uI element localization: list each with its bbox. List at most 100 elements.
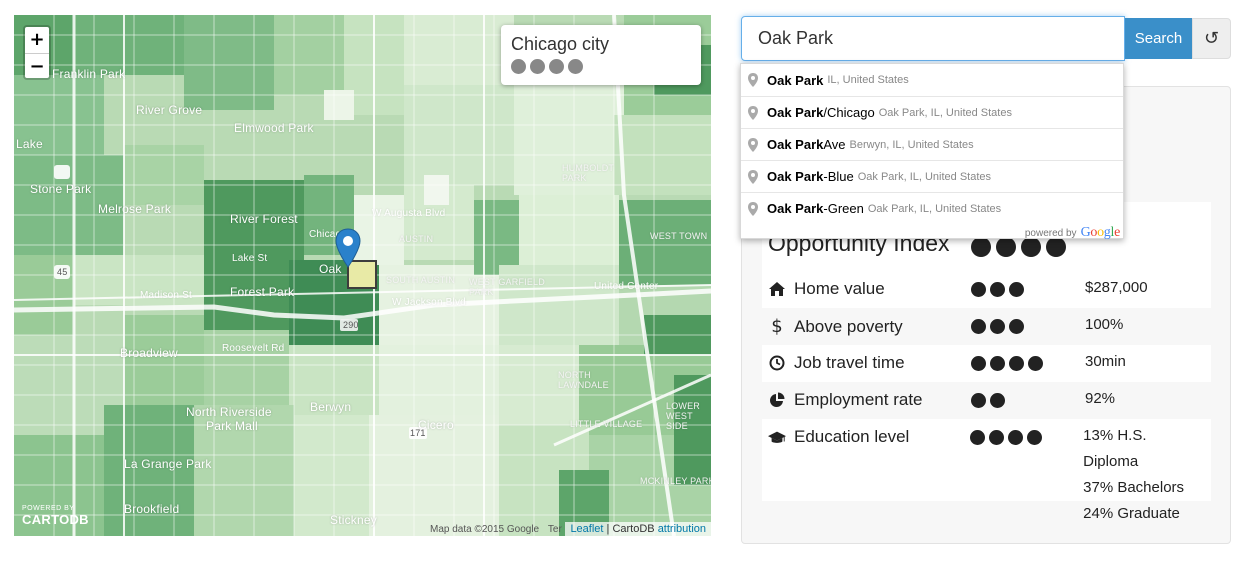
education-graduate: 24% Graduate (1083, 505, 1180, 522)
attribution-separator: | CartoDB (603, 523, 658, 535)
metric-row-education-level: Education level 13% H.S. Diploma 37% Bac… (762, 419, 1211, 522)
cartodb-logo[interactable]: POWERED BY CARTODB (22, 505, 89, 528)
clock-icon (768, 355, 786, 371)
map-label-berwyn: Berwyn (310, 400, 352, 414)
map-data-text: Map data ©2015 Google (430, 524, 540, 535)
map-label-west-garfield-park: WEST GARFIELD PARK (469, 277, 545, 297)
metric-row-home-value: Home value $287,000 (762, 271, 1211, 308)
map-label-franklin-park: Franklin Park (52, 67, 126, 81)
autocomplete-footer: powered by Google (741, 224, 1123, 242)
rating-dot (971, 282, 986, 297)
metric-value: 100% (1085, 316, 1124, 333)
zoom-in-button[interactable]: + (25, 27, 49, 53)
autocomplete-match: Oak Park (767, 201, 824, 216)
map-label-river-grove: River Grove (136, 103, 203, 117)
rating-dot (990, 282, 1005, 297)
autocomplete-rest: /Chicago (823, 105, 875, 120)
map-label-stone-park: Stone Park (30, 182, 92, 196)
pie-chart-icon (768, 392, 786, 408)
rating-dot (549, 59, 564, 74)
map-label-madison-st: Madison St (140, 290, 193, 301)
map-info-box: Chicago city (501, 25, 701, 85)
metric-rows: Home value $287,000 $ Above poverty 100% (762, 271, 1211, 522)
rating-dot (990, 393, 1005, 408)
metric-dots (971, 390, 1085, 408)
map-label-roosevelt-rd: Roosevelt Rd (222, 343, 285, 354)
autocomplete-item[interactable]: Oak Park IL, United States (741, 64, 1123, 96)
map-label-west-town: WEST TOWN (650, 231, 708, 241)
dollar-icon: $ (771, 316, 783, 337)
autocomplete-rest: -Green (823, 201, 864, 216)
google-logo: Google (1080, 225, 1121, 241)
map-label-austin: AUSTIN (399, 234, 434, 244)
map-label-stickney: Stickney (330, 513, 377, 527)
search-button[interactable]: Search (1125, 18, 1192, 59)
autocomplete-match: Oak Park (767, 72, 824, 88)
map-label-elmwood-park: Elmwood Park (234, 121, 314, 135)
map-pin-icon (748, 105, 767, 120)
autocomplete-item[interactable]: Oak Park Ave Berwyn, IL, United States (741, 128, 1123, 160)
rating-dot (1009, 356, 1024, 371)
autocomplete-secondary: Oak Park, IL, United States (867, 202, 1002, 215)
map-marker[interactable] (335, 228, 361, 273)
map-label-w-augusta-blvd: W Augusta Blvd (372, 208, 446, 219)
google-logo-letter: G (1080, 225, 1091, 240)
metric-label: Home value (794, 279, 885, 298)
autocomplete-secondary: Oak Park, IL, United States (878, 106, 1012, 119)
zoom-control: + − (23, 25, 51, 80)
education-bachelors: 37% Bachelors (1083, 479, 1185, 496)
map-label-melrose-park: Melrose Park (98, 202, 172, 216)
rating-dot (990, 319, 1005, 334)
rating-dot (971, 319, 986, 334)
map-label-north-riverside: North Riverside (186, 405, 272, 419)
cartodb-name: CARTODB (22, 512, 89, 527)
reset-button[interactable]: ↺ (1192, 18, 1231, 59)
reset-icon: ↺ (1203, 28, 1220, 49)
map-attribution: Leaflet | CartoDB attribution (565, 522, 711, 536)
map-label-north-lawndale: NORTH LAWNDALE (558, 370, 609, 390)
rating-dot (990, 356, 1005, 371)
rating-dot (971, 356, 986, 371)
rating-dot (1009, 282, 1024, 297)
metric-value: 30min (1085, 353, 1126, 370)
autocomplete-item[interactable]: Oak Park -Blue Oak Park, IL, United State… (741, 160, 1123, 192)
map-label-mckinley-park: MCKINLEY PARK (640, 476, 711, 486)
highway-shield-171: 171 (410, 428, 426, 438)
google-logo-letter: e (1114, 225, 1120, 240)
autocomplete-secondary: Oak Park, IL, United States (857, 170, 992, 183)
map-label-la-grange-park: La Grange Park (124, 457, 212, 471)
map-label-lower-west-side: LOWER WEST SIDE (666, 401, 701, 431)
rating-dot (1009, 319, 1024, 334)
autocomplete-item[interactable]: Oak Park -Green Oak Park, IL, United Stat… (741, 192, 1123, 224)
autocomplete-dropdown: Oak Park IL, United States Oak Park/Chic… (740, 63, 1124, 242)
graduation-cap-icon (768, 429, 786, 445)
attribution-link[interactable]: attribution (658, 523, 706, 535)
autocomplete-match: Oak Park (767, 137, 824, 152)
leaflet-link[interactable]: Leaflet (570, 523, 603, 535)
metric-dots (971, 353, 1085, 371)
map-pin-icon (748, 73, 767, 87)
map-label-south-austin: SOUTH AUSTIN (386, 275, 455, 285)
results-table: Opportunity Index Home value $287,000 $ … (762, 202, 1211, 522)
autocomplete-match: Oak Park (767, 105, 824, 120)
metric-value: 92% (1085, 390, 1116, 407)
map-label-lake: Lake (16, 137, 43, 151)
map-terms-link[interactable]: Ter (548, 524, 562, 535)
search-input[interactable] (741, 16, 1125, 61)
cartodb-powered-by: POWERED BY (22, 505, 75, 512)
autocomplete-item[interactable]: Oak Park/Chicago Oak Park, IL, United St… (741, 96, 1123, 128)
zoom-out-button[interactable]: − (25, 53, 49, 78)
map-label-park-mall: Park Mall (206, 419, 258, 433)
choropleth-map[interactable]: Franklin Park River Grove Elmwood Park L… (14, 15, 711, 536)
autocomplete-rest: Ave (823, 137, 846, 152)
metric-dots (971, 279, 1085, 297)
map-label-little-village: LITTLE VILLAGE (570, 419, 643, 429)
map-label-united-center: United Center (594, 281, 659, 292)
map-label-broadview: Broadview (120, 346, 178, 360)
metric-dots (971, 316, 1085, 334)
autocomplete-rest: -Blue (823, 169, 854, 184)
metric-label: Above poverty (794, 316, 903, 336)
home-icon (768, 281, 786, 297)
rating-dot (511, 59, 526, 74)
metric-label: Job travel time (794, 353, 905, 372)
